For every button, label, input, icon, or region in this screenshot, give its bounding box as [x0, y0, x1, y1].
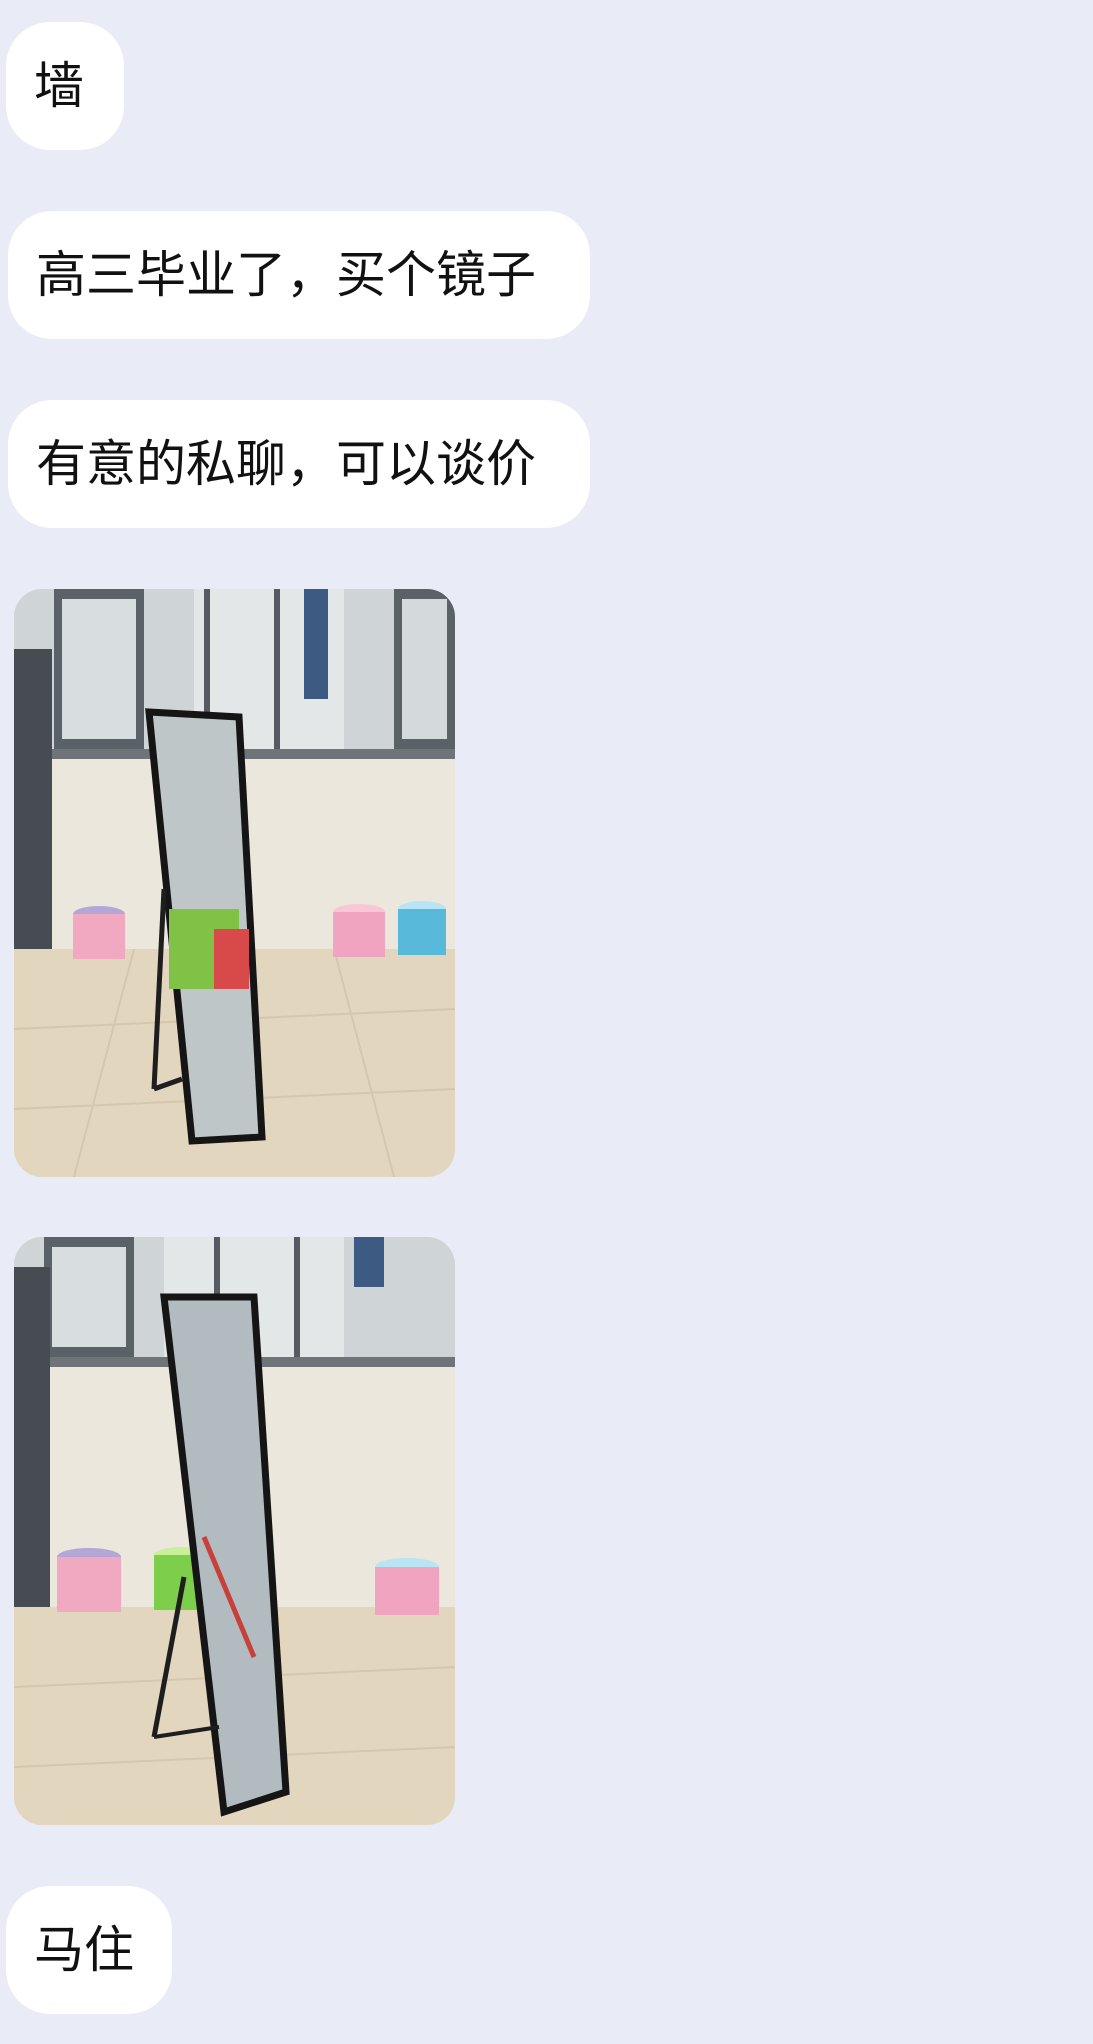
mirror-photo-2 — [14, 1237, 455, 1825]
message-bubble[interactable]: 高三毕业了，买个镜子 — [8, 211, 590, 339]
message-bubble[interactable]: 有意的私聊，可以谈价 — [8, 400, 590, 528]
message-image-mirror-2[interactable] — [14, 1237, 455, 1825]
message-bubble[interactable]: 马住 — [6, 1886, 172, 2014]
mirror-photo-1 — [14, 589, 455, 1177]
message-bubble[interactable]: 墙 — [6, 22, 124, 150]
message-image-mirror-1[interactable] — [14, 589, 455, 1177]
chat-messages[interactable]: 墙 高三毕业了，买个镜子 有意的私聊，可以谈价 马住 — [0, 0, 1093, 2044]
